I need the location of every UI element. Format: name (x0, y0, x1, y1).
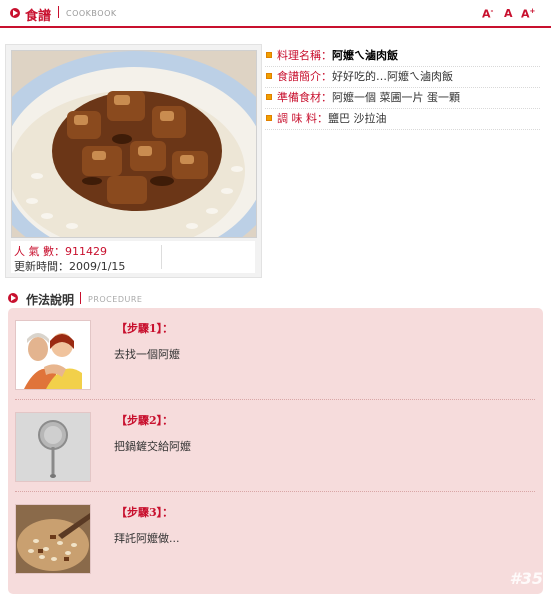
info-ingredients: 準備食材：阿嬤一個 菜圃一片 蛋一顆 (265, 88, 540, 109)
step-item: 【步驟3】： 拜託阿嬤做... (8, 492, 543, 584)
recipe-info: 料理名稱：阿嬤ㄟ滷肉飯 食譜簡介：好好吃的…阿嬤ㄟ滷肉飯 準備食材：阿嬤一個 菜… (265, 46, 540, 130)
braised-pork-rice-photo (11, 50, 257, 238)
step-text: 拜託阿嬤做... (114, 532, 180, 545)
step-text: 去找一個阿嬤 (114, 348, 180, 361)
font-larger-mark: + (529, 7, 536, 15)
step-item: 【步驟1】： 去找一個阿嬤 (8, 308, 543, 400)
step-label: 【步驟2】： (116, 414, 174, 427)
info-value: 鹽巴 沙拉油 (328, 112, 387, 125)
procedure-title: 作法說明 (26, 293, 75, 307)
page-subtitle: COOKBOOK (66, 9, 117, 18)
font-larger-button[interactable]: A+ (521, 7, 535, 21)
step-text: 把鍋鏟交給阿嬤 (114, 440, 191, 453)
info-dish-name: 料理名稱：阿嬤ㄟ滷肉飯 (265, 46, 540, 67)
info-label: 料理名稱： (277, 49, 332, 62)
arrow-bullet-icon (8, 293, 18, 303)
step-label: 【步驟3】： (116, 506, 174, 519)
popularity-count: 911429 (65, 245, 107, 258)
updated-row: 更新時間：2009/1/15 (14, 258, 125, 274)
step-label: 【步驟1】： (116, 322, 174, 335)
step-3-image (15, 504, 91, 574)
square-bullet-icon (266, 94, 272, 100)
arrow-bullet-icon (10, 8, 20, 18)
page-title: 食譜 (25, 9, 52, 24)
watermark: #35 (509, 569, 543, 588)
recipe-photo-panel: 人 氣 數：911429 更新時間：2009/1/15 (5, 44, 262, 278)
font-smaller-label: A (482, 7, 491, 21)
popularity-label: 人 氣 數： (14, 245, 65, 258)
updated-label: 更新時間： (14, 260, 69, 273)
recipe-meta: 人 氣 數：911429 更新時間：2009/1/15 (11, 241, 255, 273)
info-value: 阿嬤ㄟ滷肉飯 (332, 49, 398, 62)
info-label: 準備食材： (277, 91, 332, 104)
updated-date: 2009/1/15 (69, 260, 126, 273)
title-separator (80, 292, 81, 304)
info-label: 調 味 料： (277, 112, 328, 125)
font-normal-label: A (504, 7, 513, 20)
font-smaller-button[interactable]: A- (482, 7, 493, 21)
info-description: 食譜簡介：好好吃的…阿嬤ㄟ滷肉飯 (265, 67, 540, 88)
procedure-steps: 【步驟1】： 去找一個阿嬤 【步驟2】： 把鍋鏟交給阿嬤 【步驟3】： 拜託阿嬤… (8, 308, 543, 594)
meta-divider (161, 245, 162, 269)
info-value: 阿嬤一個 菜圃一片 蛋一顆 (332, 91, 460, 104)
square-bullet-icon (266, 52, 272, 58)
popularity-row: 人 氣 數：911429 (14, 243, 107, 259)
step-1-image (15, 320, 91, 390)
font-smaller-mark: - (490, 7, 494, 15)
font-normal-button[interactable]: A (504, 7, 513, 20)
square-bullet-icon (266, 73, 272, 79)
step-item: 【步驟2】： 把鍋鏟交給阿嬤 (8, 400, 543, 492)
font-larger-label: A (521, 7, 530, 21)
procedure-subtitle: PROCEDURE (88, 295, 143, 304)
info-value: 好好吃的…阿嬤ㄟ滷肉飯 (332, 70, 453, 83)
step-2-image (15, 412, 91, 482)
title-separator (58, 6, 59, 18)
info-label: 食譜簡介： (277, 70, 332, 83)
info-seasoning: 調 味 料：鹽巴 沙拉油 (265, 109, 540, 130)
square-bullet-icon (266, 115, 272, 121)
header-bar: 食譜 COOKBOOK A- A A+ (0, 0, 551, 28)
